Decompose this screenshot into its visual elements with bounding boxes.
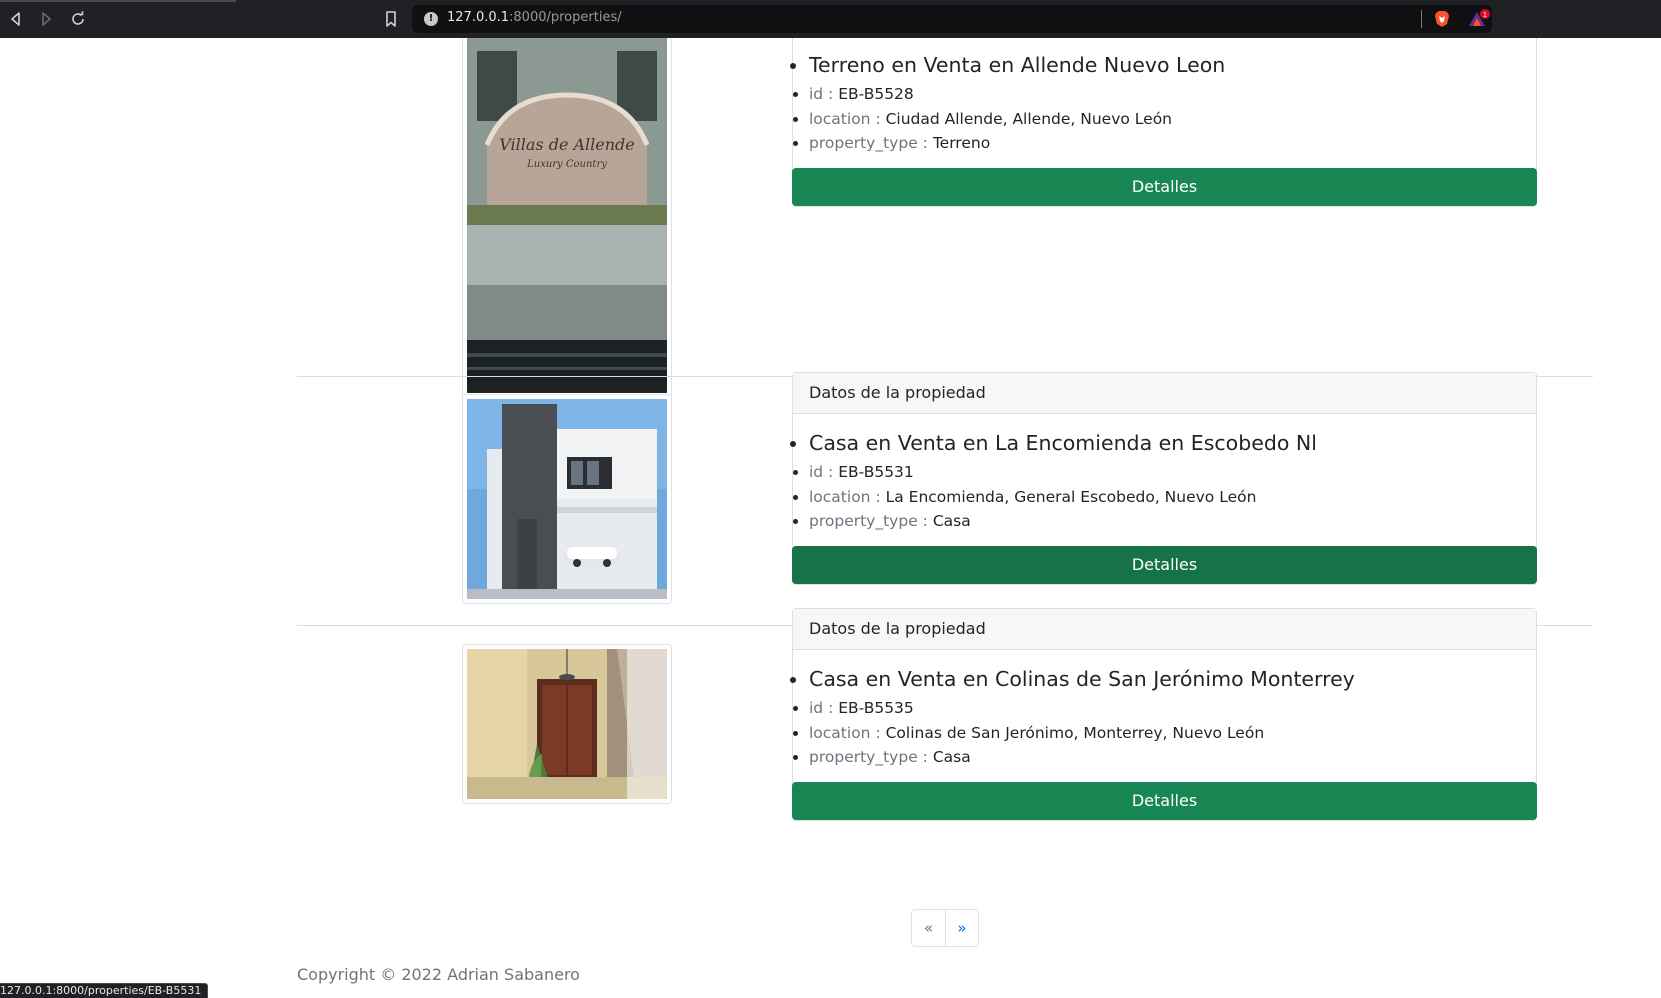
brave-shields-icon[interactable] <box>1432 9 1452 29</box>
reload-icon[interactable] <box>68 9 88 29</box>
browser-toolbar: ! 127.0.0.1:8000/properties/ 1 <box>0 0 1661 38</box>
site-info-icon[interactable]: ! <box>424 12 438 26</box>
property-id-row: id : EB-B5531 <box>809 460 1536 485</box>
property-card-3: Datos de la propiedad Casa en Venta en C… <box>792 608 1537 821</box>
property-location: La Encomienda, General Escobedo, Nuevo L… <box>885 487 1257 506</box>
address-bar[interactable]: ! 127.0.0.1:8000/properties/ 1 <box>412 5 1492 33</box>
id-key: id : <box>809 85 834 103</box>
next-page-link[interactable]: » <box>945 910 978 946</box>
tab-strip-edge <box>0 0 236 2</box>
sign-text-1: Villas de Allende <box>499 135 635 154</box>
property-type: Casa <box>932 512 971 530</box>
type-key: property_type : <box>809 134 928 152</box>
property-location: Colinas de San Jerónimo, Monterrey, Nuev… <box>885 723 1265 742</box>
property-type-row: property_type : Casa <box>809 745 1536 770</box>
property-type-row: property_type : Terreno <box>809 131 1536 156</box>
property-location-row: location : Ciudad Allende, Allende, Nuev… <box>809 107 1536 132</box>
property-location: Ciudad Allende, Allende, Nuevo León <box>885 109 1173 128</box>
property-title: Terreno en Venta en Allende Nuevo Leon <box>809 50 1536 80</box>
property-details-list: Casa en Venta en La Encomienda en Escobe… <box>793 414 1536 534</box>
url-path: :8000/properties/ <box>509 10 622 25</box>
property-details-list: Casa en Venta en Colinas de San Jerónimo… <box>793 650 1536 770</box>
property-photo-villas: Villas de Allende Luxury Country <box>467 38 667 393</box>
property-type: Casa <box>932 748 971 766</box>
detalles-button[interactable]: Detalles <box>792 781 1537 820</box>
property-image-3[interactable] <box>462 644 672 804</box>
property-title: Casa en Venta en La Encomienda en Escobe… <box>809 428 1536 458</box>
notification-count: 1 <box>1483 11 1487 19</box>
property-id: EB-B5528 <box>838 85 914 103</box>
brave-rewards-icon[interactable]: 1 <box>1467 9 1491 29</box>
footer-copyright: Copyright © 2022 Adrian Sabanero <box>297 965 580 984</box>
property-details-list: Terreno en Venta en Allende Nuevo Leon i… <box>793 38 1536 156</box>
property-id-row: id : EB-B5528 <box>809 82 1536 107</box>
previous-page-link[interactable]: « <box>912 910 945 946</box>
location-key: location : <box>809 109 881 128</box>
property-image-1[interactable]: Villas de Allende Luxury Country <box>462 38 672 398</box>
property-location-row: location : La Encomienda, General Escobe… <box>809 485 1536 510</box>
property-card-2: Datos de la propiedad Casa en Venta en L… <box>792 372 1537 585</box>
property-type: Terreno <box>932 134 991 152</box>
property-title: Casa en Venta en Colinas de San Jerónimo… <box>809 664 1536 694</box>
property-image-2[interactable] <box>462 394 672 604</box>
property-id-row: id : EB-B5535 <box>809 696 1536 721</box>
location-key: location : <box>809 723 881 742</box>
detalles-button[interactable]: Detalles <box>792 545 1537 584</box>
property-id: EB-B5535 <box>838 699 914 717</box>
address-bar-separator <box>1421 10 1422 28</box>
pagination: « » <box>911 909 979 947</box>
location-key: location : <box>809 487 881 506</box>
type-key: property_type : <box>809 512 928 530</box>
sign-text-2: Luxury Country <box>526 159 607 170</box>
property-location-row: location : Colinas de San Jerónimo, Mont… <box>809 721 1536 746</box>
card-header: Datos de la propiedad <box>793 373 1536 414</box>
back-icon[interactable] <box>6 9 26 29</box>
id-key: id : <box>809 463 834 481</box>
url-text: 127.0.0.1:8000/properties/ <box>447 10 622 25</box>
property-photo-entrance <box>467 649 667 799</box>
property-card-1: Terreno en Venta en Allende Nuevo Leon i… <box>792 38 1537 207</box>
forward-icon[interactable] <box>36 9 56 29</box>
url-host: 127.0.0.1 <box>447 10 510 25</box>
type-key: property_type : <box>809 748 928 766</box>
bookmark-icon[interactable] <box>382 10 400 28</box>
detalles-button[interactable]: Detalles <box>792 167 1537 206</box>
card-header: Datos de la propiedad <box>793 609 1536 650</box>
page-content: Villas de Allende Luxury Country Terreno… <box>0 38 1661 998</box>
property-id: EB-B5531 <box>838 463 914 481</box>
id-key: id : <box>809 699 834 717</box>
property-photo-modern-house <box>467 399 667 599</box>
link-status-bar: 127.0.0.1:8000/properties/EB-B5531 <box>0 983 209 998</box>
property-type-row: property_type : Casa <box>809 509 1536 534</box>
